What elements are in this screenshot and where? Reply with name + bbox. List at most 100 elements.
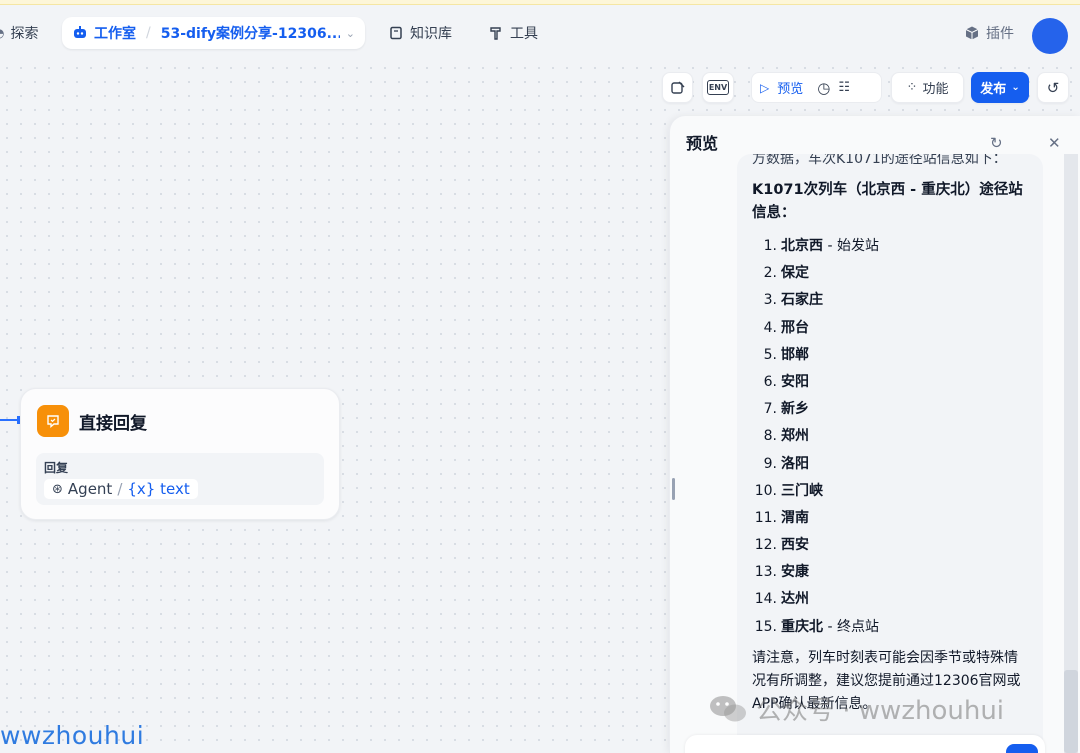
station-number: 2.	[763, 265, 777, 282]
wechat-icon	[710, 695, 746, 721]
station-item: 5. 邯郸	[752, 342, 1028, 369]
station-item: 13. 安康	[752, 559, 1028, 586]
station-item: 10. 三门峡	[752, 478, 1028, 505]
station-name: 保定	[781, 265, 809, 282]
station-name: 渭南	[781, 509, 809, 526]
station-number: 13.	[754, 564, 777, 581]
station-item: 14. 达州	[752, 586, 1028, 613]
refresh-icon[interactable]: ↻	[990, 134, 1003, 152]
message-heading: K1071次列车（北京西 - 重庆北）途径站信息：	[752, 182, 1023, 221]
variable-separator: /	[117, 480, 123, 498]
studio-breadcrumb[interactable]: 工作室 / 53-dify案例分享-12306... ⌄	[62, 17, 365, 49]
chat-input[interactable]	[685, 735, 1045, 753]
preview-button[interactable]: 预览	[777, 78, 803, 97]
publish-button[interactable]: 发布 ⌄	[971, 72, 1029, 103]
station-name: 邢台	[781, 319, 809, 336]
wechat-watermark-text: 公众号 · wwzhouhui	[756, 696, 1005, 726]
nav-explore[interactable]: ◔ 探索	[0, 21, 38, 45]
nav-knowledge-label: 知识库	[410, 26, 452, 42]
station-name: 安康	[781, 564, 809, 581]
message-content: 方数据，车次K1071的途径站信息如下： K1071次列车（北京西 - 重庆北）…	[752, 154, 1028, 716]
checklist-button[interactable]	[662, 72, 693, 103]
studio-label[interactable]: 工作室	[94, 23, 136, 43]
station-item: 12. 西安	[752, 532, 1028, 559]
station-item: 11. 渭南	[752, 505, 1028, 532]
field-label: 回复	[44, 461, 69, 475]
station-number: 3.	[763, 292, 777, 309]
avatar[interactable]	[1032, 18, 1068, 54]
station-name: 安阳	[781, 373, 809, 390]
station-note: - 终点站	[823, 618, 879, 635]
robot-icon	[74, 26, 86, 38]
station-name: 石家庄	[781, 292, 823, 309]
wechat-watermark: 公众号 · wwzhouhui	[708, 690, 1004, 727]
station-item: 4. 邢台	[752, 315, 1028, 342]
preview-group: ▷ 预览 ◷ ☷	[751, 72, 882, 103]
app-name[interactable]: 53-dify案例分享-12306...	[161, 23, 340, 43]
station-list: 1. 北京西 - 始发站 2. 保定 3. 石家庄 4. 邢台 5. 邯郸 6. 安阳 7. 新乡 8. 郑州…	[752, 233, 1028, 641]
station-name: 重庆北	[781, 618, 823, 635]
station-number: 15.	[754, 618, 777, 635]
station-name: 新乡	[781, 401, 809, 418]
nav-knowledge[interactable]: 知识库	[388, 21, 452, 45]
hammer-icon	[490, 27, 501, 40]
nav-explore-label: 探索	[10, 26, 39, 42]
breadcrumb-separator: /	[146, 25, 151, 41]
station-item: 8. 郑州	[752, 423, 1028, 450]
station-name: 洛阳	[781, 455, 809, 472]
history-icon: ↺	[1046, 78, 1060, 97]
station-item: 7. 新乡	[752, 396, 1028, 423]
features-button[interactable]: ⁘ 功能	[891, 72, 964, 103]
station-item: 9. 洛阳	[752, 451, 1028, 478]
station-number: 12.	[754, 537, 777, 554]
station-number: 7.	[763, 401, 777, 418]
station-name: 邯郸	[781, 346, 809, 363]
edit-check-icon	[670, 81, 684, 94]
node-answer-field: 回复 ⊛ Agent / {x} text	[36, 453, 324, 505]
station-number: 14.	[754, 591, 777, 608]
send-button[interactable]	[1006, 744, 1038, 753]
history-clock-icon[interactable]: ◷	[817, 79, 830, 97]
station-number: 8.	[763, 428, 777, 445]
corner-watermark: wwzhouhui	[0, 721, 145, 750]
answer-node[interactable]: 直接回复 回复 ⊛ Agent / {x} text	[20, 388, 340, 520]
panel-title: 预览	[686, 134, 719, 153]
variable-chip[interactable]: ⊛ Agent / {x} text	[44, 479, 198, 499]
variable-name: {x} text	[127, 480, 190, 498]
reply-icon	[37, 405, 69, 437]
station-number: 9.	[763, 455, 777, 472]
close-icon[interactable]: ✕	[1048, 134, 1061, 152]
node-connection-edge	[0, 416, 20, 424]
chevron-down-icon[interactable]: ⌄	[346, 27, 355, 40]
station-number: 1.	[763, 238, 777, 254]
station-item: 6. 安阳	[752, 369, 1028, 396]
station-name: 三门峡	[781, 482, 823, 499]
station-number: 11.	[754, 509, 777, 526]
nav-tools[interactable]: 工具	[488, 21, 538, 45]
play-icon[interactable]: ▷	[760, 81, 769, 95]
compass-icon: ◔	[0, 26, 4, 40]
station-name: 达州	[781, 591, 809, 608]
message-text: 方数据，车次K1071的途径站信息如下：	[752, 154, 1007, 167]
cube-icon	[965, 26, 979, 40]
station-item: 2. 保定	[752, 260, 1028, 287]
env-button[interactable]: ENV	[702, 72, 734, 103]
station-name: 郑州	[781, 428, 809, 445]
station-item: 15. 重庆北 - 终点站	[752, 614, 1028, 641]
station-item: 1. 北京西 - 始发站	[752, 233, 1028, 260]
env-icon: ENV	[706, 80, 730, 95]
publish-label: 发布	[980, 82, 1007, 97]
list-check-icon[interactable]: ☷	[838, 80, 850, 95]
nav-plugins[interactable]: 插件	[964, 21, 1014, 45]
top-navigation: ◔ 探索 工作室 / 53-dify案例分享-12306... ⌄ 知识库 工具…	[0, 5, 1080, 61]
station-name: 北京西	[781, 238, 823, 254]
version-history-button[interactable]: ↺	[1037, 72, 1069, 103]
resize-handle[interactable]	[672, 478, 675, 500]
scrollbar-thumb[interactable]	[1064, 670, 1078, 753]
grid-icon: ⁘	[906, 80, 918, 95]
variable-source: Agent	[67, 480, 113, 498]
scrollbar-track[interactable]	[1064, 154, 1078, 753]
node-title: 直接回复	[79, 414, 147, 434]
book-icon	[390, 26, 402, 40]
station-number: 10.	[754, 482, 777, 499]
